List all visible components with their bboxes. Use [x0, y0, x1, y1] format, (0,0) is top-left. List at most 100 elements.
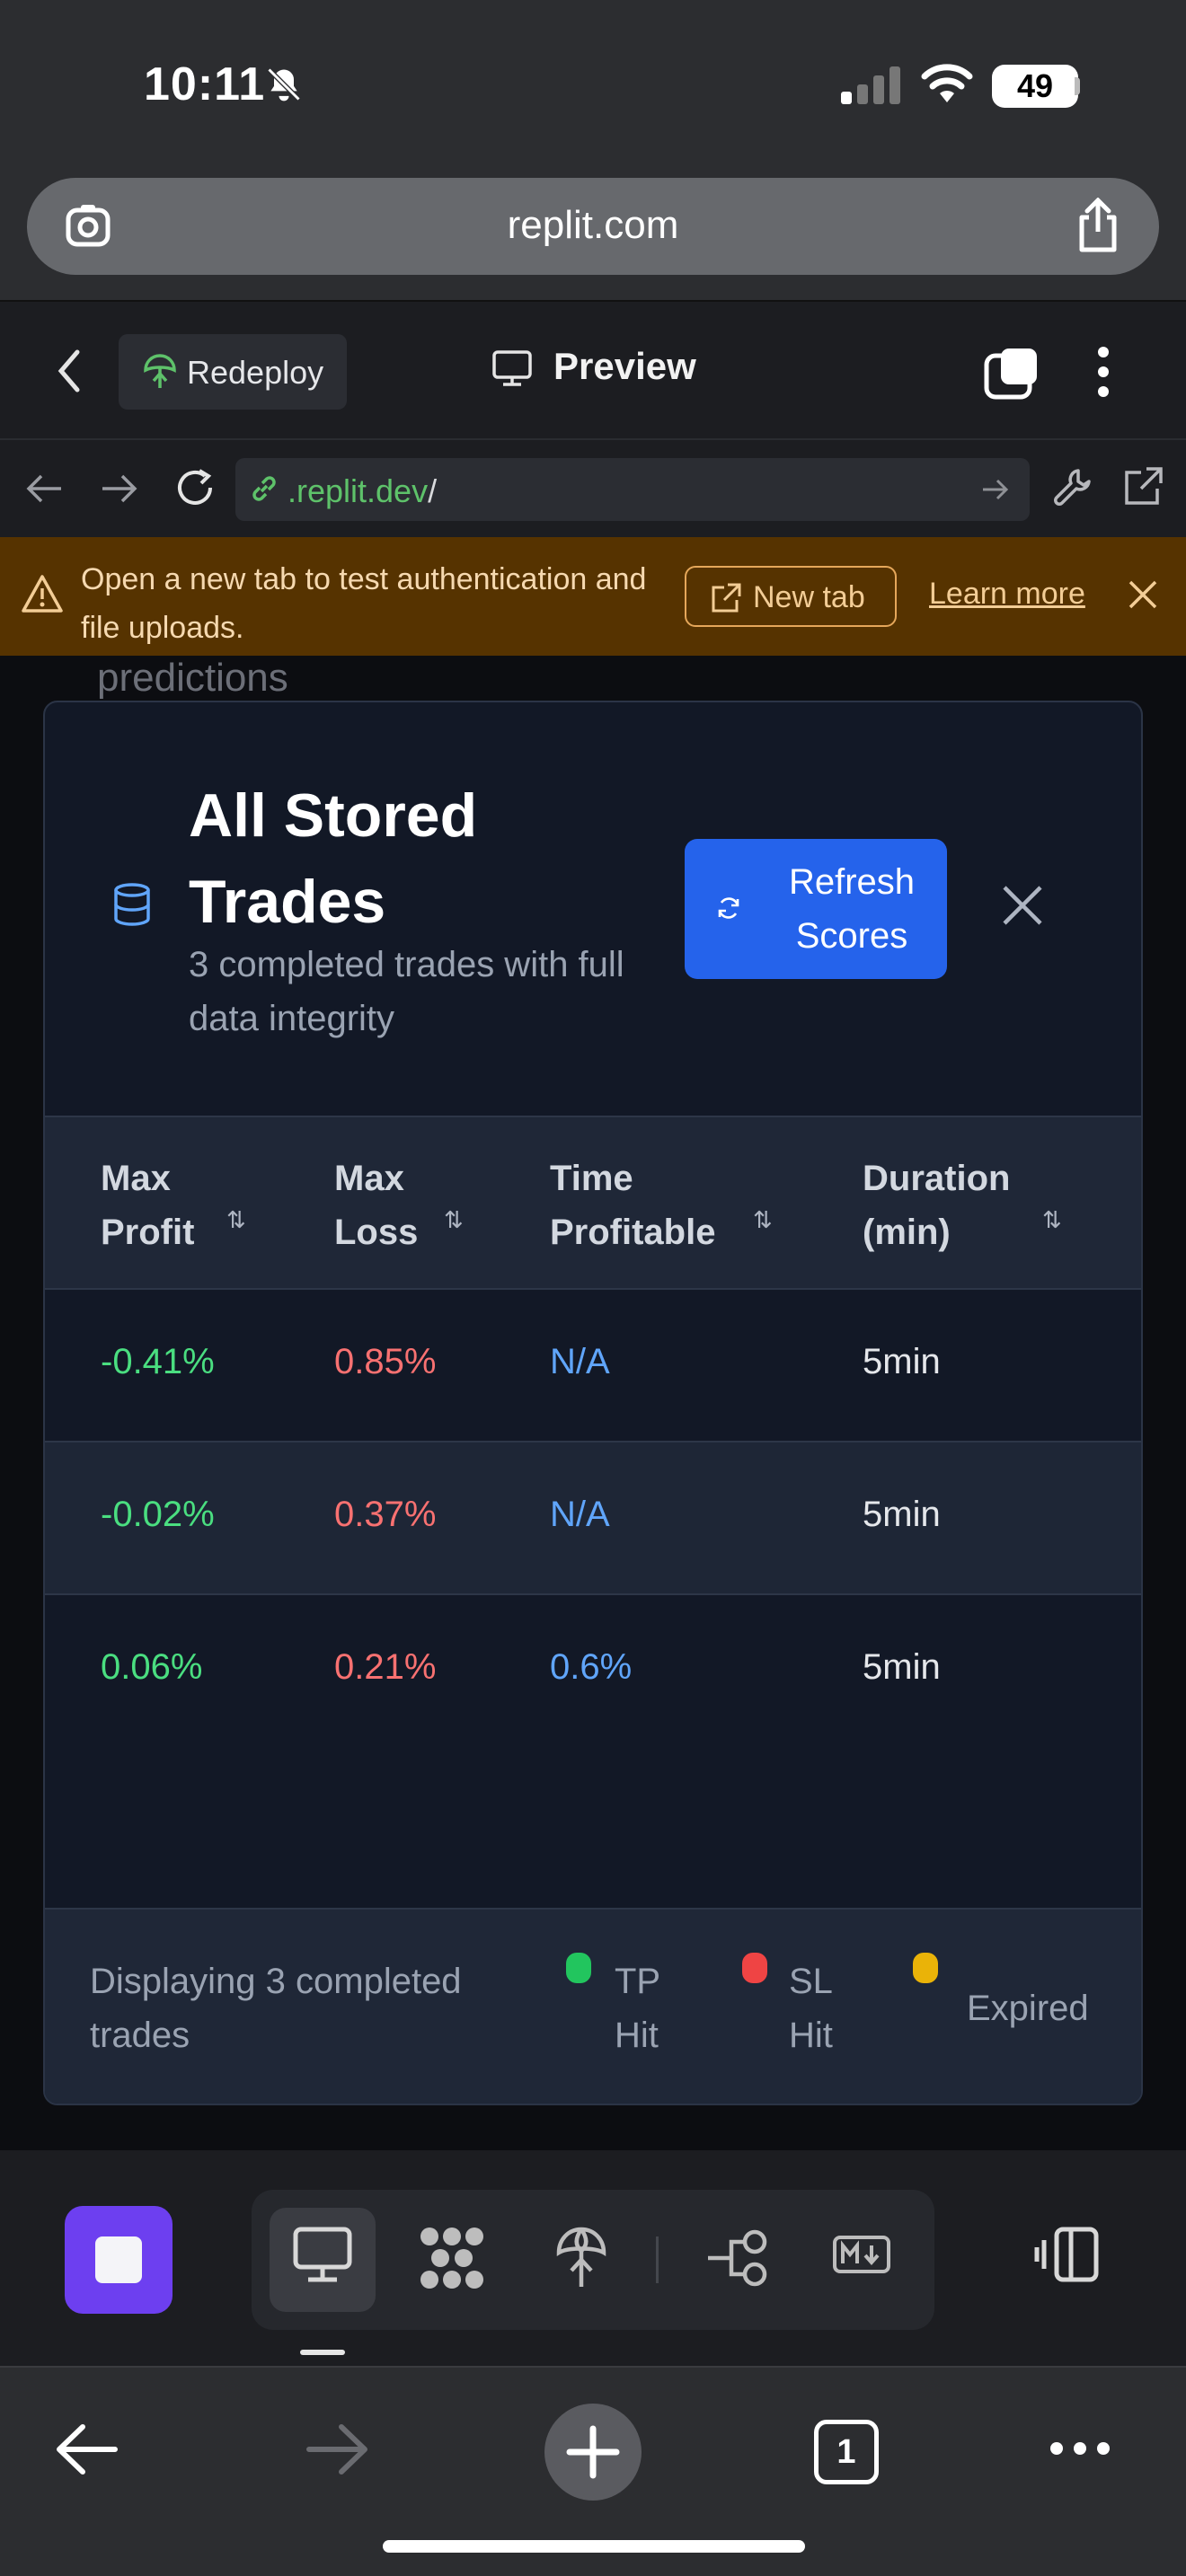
address-path: / — [428, 472, 438, 509]
signal-icon — [841, 66, 900, 104]
battery-indicator: 49 — [992, 65, 1078, 108]
refresh-scores-button[interactable]: Refresh Scores — [685, 839, 947, 979]
modal-footer: Displaying 3 completed trades TP Hit SL … — [45, 1908, 1141, 2104]
sort-icon[interactable]: ⇅ — [753, 1193, 773, 1247]
stop-button[interactable] — [65, 2206, 173, 2314]
time-profitable-cell: N/A — [550, 1495, 610, 1534]
browser-back-icon[interactable] — [54, 2422, 119, 2477]
table-row[interactable]: -0.41% 0.85% N/A 5min — [45, 1290, 1141, 1442]
browser-top-area: 10:11 49 replit.com — [0, 0, 1186, 300]
column-header-label: Duration (min) — [863, 1159, 1011, 1252]
tabs-overview-icon[interactable] — [983, 347, 1040, 401]
toolbar-divider — [656, 2236, 659, 2283]
column-header[interactable]: Max Loss ⇅ — [334, 1151, 464, 1259]
active-tool-indicator — [300, 2350, 345, 2355]
sort-icon[interactable]: ⇅ — [444, 1193, 464, 1247]
max-profit-cell: 0.06% — [101, 1647, 203, 1687]
panel-layout-icon[interactable] — [1033, 2226, 1100, 2283]
agent-pattern-icon[interactable] — [419, 2226, 485, 2290]
stop-square-icon — [95, 2236, 142, 2283]
new-tab-label: New tab — [753, 580, 865, 614]
wifi-icon — [921, 64, 973, 102]
git-branch-icon[interactable] — [704, 2226, 769, 2290]
replit-header: Redeploy Preview — [0, 300, 1186, 438]
max-loss-cell: 0.37% — [334, 1495, 437, 1534]
table-row[interactable]: 0.06% 0.21% 0.6% 5min — [45, 1595, 1141, 1748]
close-icon[interactable] — [1127, 578, 1159, 611]
new-tab-plus-button[interactable] — [544, 2404, 642, 2501]
modal-title: All Stored Trades — [189, 781, 478, 936]
background-heading: predictions — [97, 656, 288, 700]
preview-address-text: .replit.dev/ — [288, 472, 437, 510]
sort-icon[interactable]: ⇅ — [226, 1193, 246, 1247]
auth-warning-banner: Open a new tab to test authentication an… — [0, 537, 1186, 656]
link-icon — [252, 476, 276, 501]
table-row[interactable]: -0.02% 0.37% N/A 5min — [45, 1442, 1141, 1595]
nav-back-icon[interactable] — [25, 469, 65, 508]
tool-switcher — [252, 2190, 934, 2330]
safari-url-text: replit.com — [507, 203, 679, 247]
new-tab-button[interactable]: New tab — [685, 566, 897, 627]
column-header-label: Max Profit — [101, 1159, 195, 1252]
preview-tab[interactable]: Preview — [492, 345, 696, 388]
battery-tip — [1075, 77, 1080, 95]
max-loss-cell: 0.21% — [334, 1647, 437, 1687]
more-vertical-icon[interactable] — [1094, 345, 1112, 399]
external-link-icon — [712, 583, 741, 613]
app-page: predictions All Stored Trades 3 complete… — [0, 656, 1186, 2150]
modal-subtitle: 3 completed trades with full data integr… — [189, 945, 624, 1038]
share-icon[interactable] — [1073, 198, 1123, 253]
plus-icon — [566, 2425, 620, 2479]
preview-address-field[interactable]: .replit.dev/ — [235, 458, 1030, 521]
tp-hit-legend-dot — [566, 1953, 591, 1983]
column-header[interactable]: Time Profitable ⇅ — [550, 1151, 773, 1259]
devtools-wrench-icon[interactable] — [1051, 465, 1094, 508]
nav-forward-icon[interactable] — [99, 469, 138, 508]
footer-count-text: Displaying 3 completed trades — [90, 1962, 462, 2055]
redeploy-button[interactable]: Redeploy — [119, 334, 347, 410]
refresh-scores-label: Refresh Scores — [788, 862, 916, 956]
reload-icon[interactable] — [173, 465, 217, 510]
warning-icon — [22, 575, 63, 613]
database-icon — [114, 883, 150, 926]
duration-cell: 5min — [863, 1342, 941, 1381]
preview-nav-row: .replit.dev/ — [0, 438, 1186, 537]
column-header-label: Max Loss — [334, 1159, 419, 1252]
more-horizontal-icon[interactable] — [1048, 2439, 1112, 2457]
expired-legend-dot — [913, 1953, 938, 1983]
safari-url-bar[interactable]: replit.com — [27, 178, 1159, 275]
column-header[interactable]: Duration (min) ⇅ — [863, 1151, 1062, 1259]
preview-label: Preview — [553, 345, 696, 387]
banner-message: Open a new tab to test authentication an… — [81, 562, 647, 645]
open-external-icon[interactable] — [1121, 465, 1164, 508]
tp-hit-legend-label: TP Hit — [615, 1962, 660, 2055]
stored-trades-modal: All Stored Trades 3 completed trades wit… — [43, 701, 1143, 2105]
preview-monitor-icon[interactable] — [292, 2226, 353, 2285]
modal-header: All Stored Trades 3 completed trades wit… — [45, 702, 1141, 1116]
table-header: Max Profit ⇅ Max Loss ⇅ Time Profitable ⇅ D… — [45, 1116, 1141, 1290]
duration-cell: 5min — [863, 1647, 941, 1687]
deploy-globe-icon[interactable] — [555, 2226, 607, 2290]
time-profitable-cell: N/A — [550, 1342, 610, 1381]
close-icon[interactable] — [1001, 884, 1044, 927]
go-arrow-icon[interactable] — [981, 476, 1010, 503]
deploy-icon — [144, 354, 176, 388]
browser-forward-icon[interactable] — [305, 2422, 370, 2477]
replit-toolbar — [0, 2150, 1186, 2366]
redeploy-label: Redeploy — [187, 354, 324, 391]
markdown-icon[interactable] — [832, 2235, 891, 2274]
refresh-icon — [718, 897, 739, 919]
sl-hit-legend-label: SL Hit — [789, 1962, 833, 2055]
max-profit-cell: -0.02% — [101, 1495, 215, 1534]
expired-legend-label: Expired — [967, 1989, 1089, 2028]
column-header-label: Time Profitable — [550, 1159, 716, 1252]
status-time: 10:11 — [144, 58, 266, 110]
max-profit-cell: -0.41% — [101, 1342, 215, 1381]
duration-cell: 5min — [863, 1495, 941, 1534]
learn-more-link[interactable]: Learn more — [929, 577, 1085, 612]
back-chevron-icon[interactable] — [56, 348, 83, 393]
tab-count-button[interactable]: 1 — [814, 2420, 879, 2484]
monitor-icon — [492, 350, 532, 386]
column-header[interactable]: Max Profit ⇅ — [101, 1151, 246, 1259]
sort-icon[interactable]: ⇅ — [1042, 1193, 1062, 1247]
